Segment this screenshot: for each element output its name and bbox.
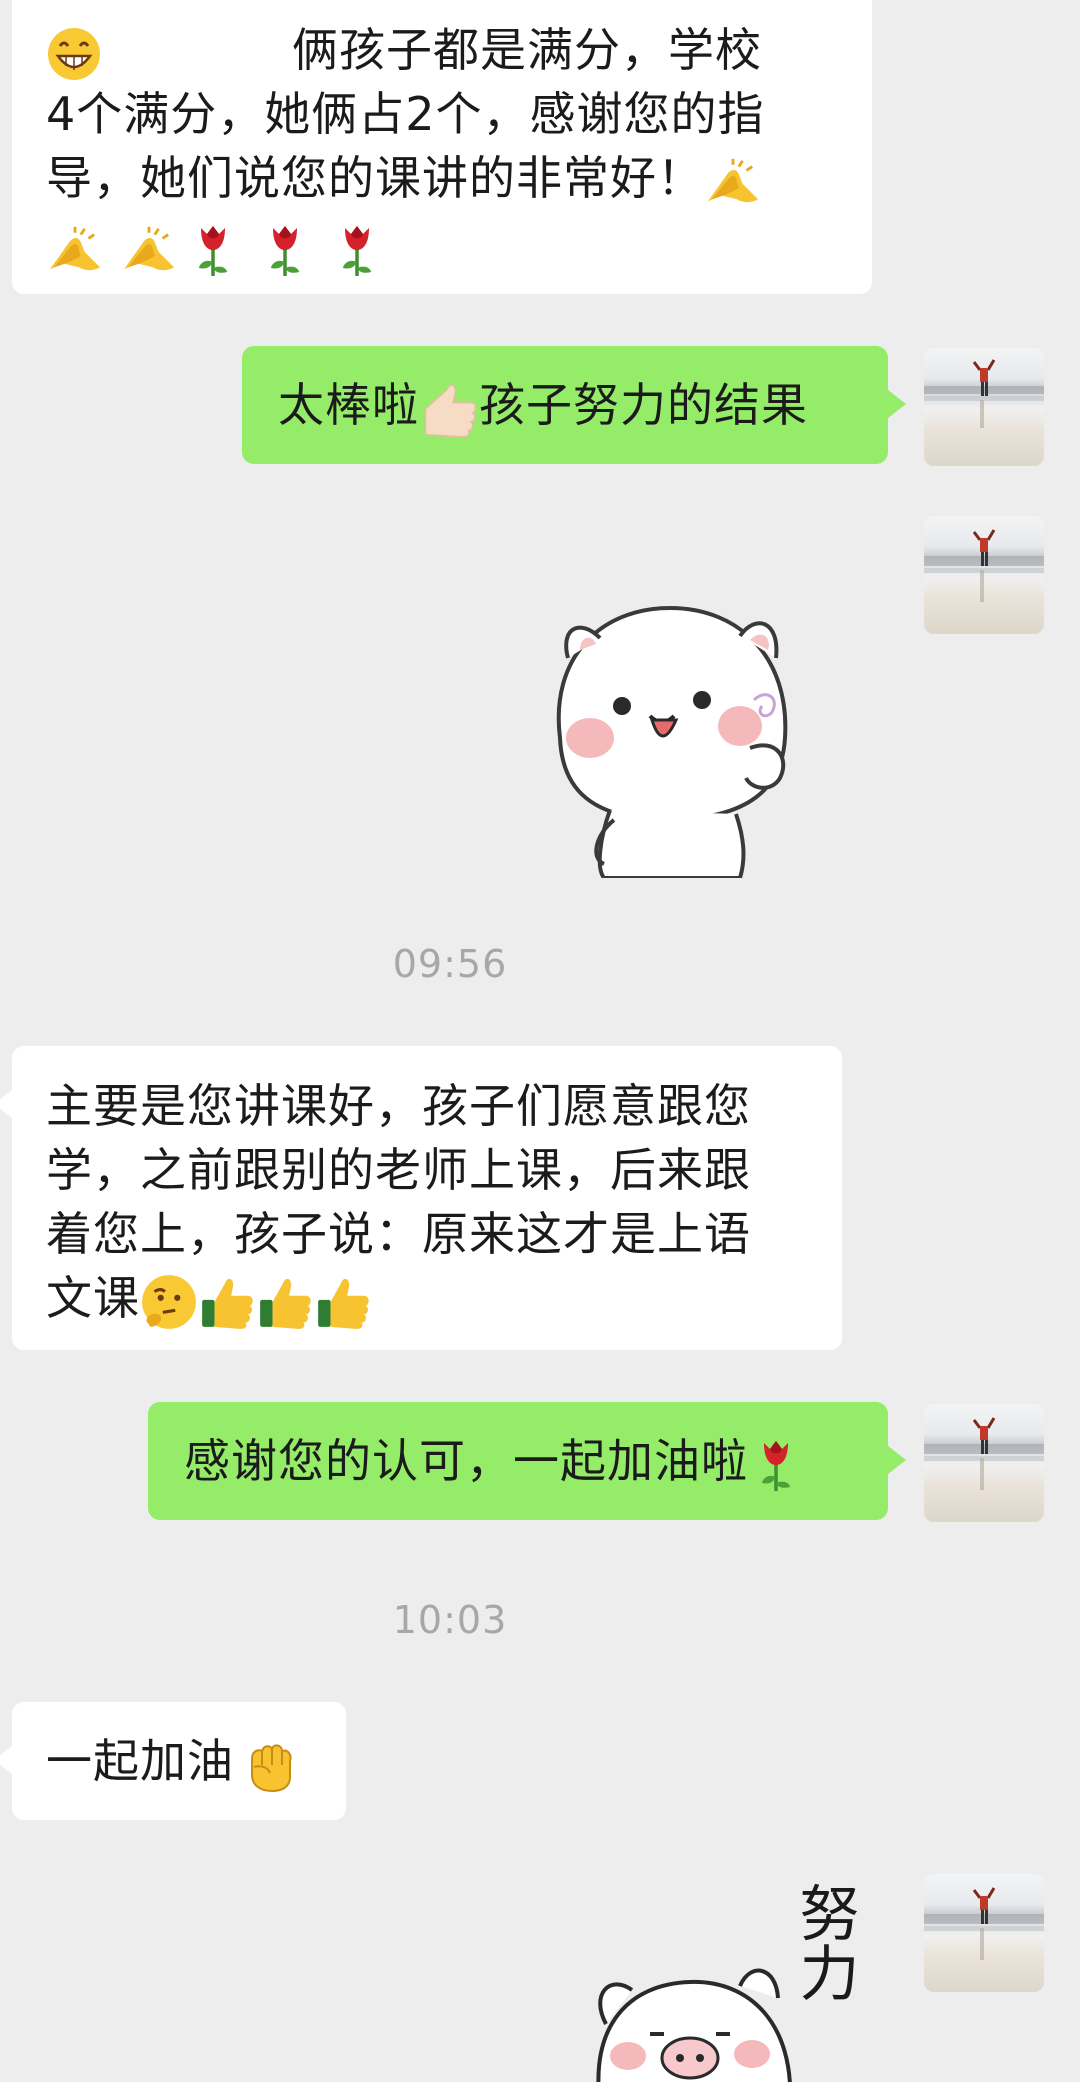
bear-sticker-image bbox=[556, 605, 788, 880]
message-text: 感谢您的认可，一起加油啦 bbox=[184, 1434, 748, 1488]
avatar[interactable] bbox=[924, 1404, 1044, 1522]
message-text: 太棒啦 bbox=[278, 378, 419, 432]
rose-icon bbox=[193, 222, 233, 278]
praying-hands-icon bbox=[46, 225, 104, 275]
rose-icon bbox=[265, 222, 305, 278]
message-text: 导，她们说您的课讲的非常好！ bbox=[46, 151, 704, 205]
message-bubble-incoming[interactable]: 主要是您讲课好，孩子们愿意跟您 学，之前跟别的老师上课，后来跟 着您上，孩子说：… bbox=[0, 1046, 842, 1350]
avatar[interactable] bbox=[924, 1874, 1044, 1992]
message-line: 文课 bbox=[46, 1266, 842, 1331]
bear-sticker[interactable] bbox=[540, 588, 810, 880]
message-line: 太棒啦 孩子努力的结果 bbox=[278, 373, 888, 439]
avatar-photo bbox=[924, 359, 1044, 428]
message-text: 孩子努力的结果 bbox=[479, 378, 808, 432]
thumbs-up-icon bbox=[314, 1273, 372, 1331]
message-line: 着您上，孩子说：原来这才是上语 bbox=[46, 1207, 751, 1261]
message-line: 感谢您的认可，一起加油啦 bbox=[184, 1429, 888, 1493]
grinning-face-icon bbox=[46, 26, 102, 82]
message-bubble-outgoing[interactable]: 感谢您的认可，一起加油啦 bbox=[148, 1402, 906, 1520]
message-line bbox=[46, 214, 842, 278]
avatar[interactable] bbox=[924, 516, 1044, 634]
message-line: 一起加油 bbox=[46, 1729, 346, 1793]
thumbs-up-icon bbox=[198, 1273, 256, 1331]
timestamp: 09:56 bbox=[392, 942, 508, 986]
message-text: 文课 bbox=[46, 1271, 140, 1325]
praying-hands-icon bbox=[120, 225, 178, 275]
message-text: 俩孩子都是满分，学校 bbox=[292, 23, 762, 77]
rose-icon bbox=[756, 1437, 796, 1493]
timestamp: 10:03 bbox=[392, 1598, 508, 1642]
sticker-caption: 努力 bbox=[789, 1882, 859, 2002]
message-line: 主要是您讲课好，孩子们愿意跟您 bbox=[46, 1079, 751, 1133]
thinking-face-icon bbox=[140, 1273, 198, 1331]
praying-hands-icon bbox=[704, 157, 762, 207]
message-bubble-outgoing[interactable]: 太棒啦 孩子努力的结果 bbox=[242, 346, 906, 464]
message-line: 学，之前跟别的老师上课，后来跟 bbox=[46, 1143, 751, 1197]
avatar-photo bbox=[924, 529, 1044, 602]
message-line: 导，她们说您的课讲的非常好！ bbox=[46, 146, 842, 210]
message-line: 4个满分，她俩占2个，感谢您的指 bbox=[46, 87, 765, 141]
thumbs-up-icon bbox=[419, 379, 479, 439]
message-line: 俩孩子都是满分，学校 bbox=[46, 18, 842, 82]
avatar-photo bbox=[924, 1887, 1044, 1960]
avatar-photo bbox=[924, 1417, 1044, 1490]
message-bubble-incoming[interactable]: 一起加油 bbox=[0, 1702, 346, 1820]
raised-fist-icon bbox=[242, 1737, 298, 1793]
rose-icon bbox=[337, 222, 377, 278]
avatar[interactable] bbox=[924, 348, 1044, 466]
message-bubble-incoming[interactable]: 俩孩子都是满分，学校 4个满分，她俩占2个，感谢您的指 导，她们说您的课讲的非常… bbox=[12, 0, 872, 294]
message-text: 一起加油 bbox=[46, 1734, 234, 1788]
pig-effort-sticker[interactable]: 努力 bbox=[580, 1874, 890, 2082]
thumbs-up-icon bbox=[256, 1273, 314, 1331]
